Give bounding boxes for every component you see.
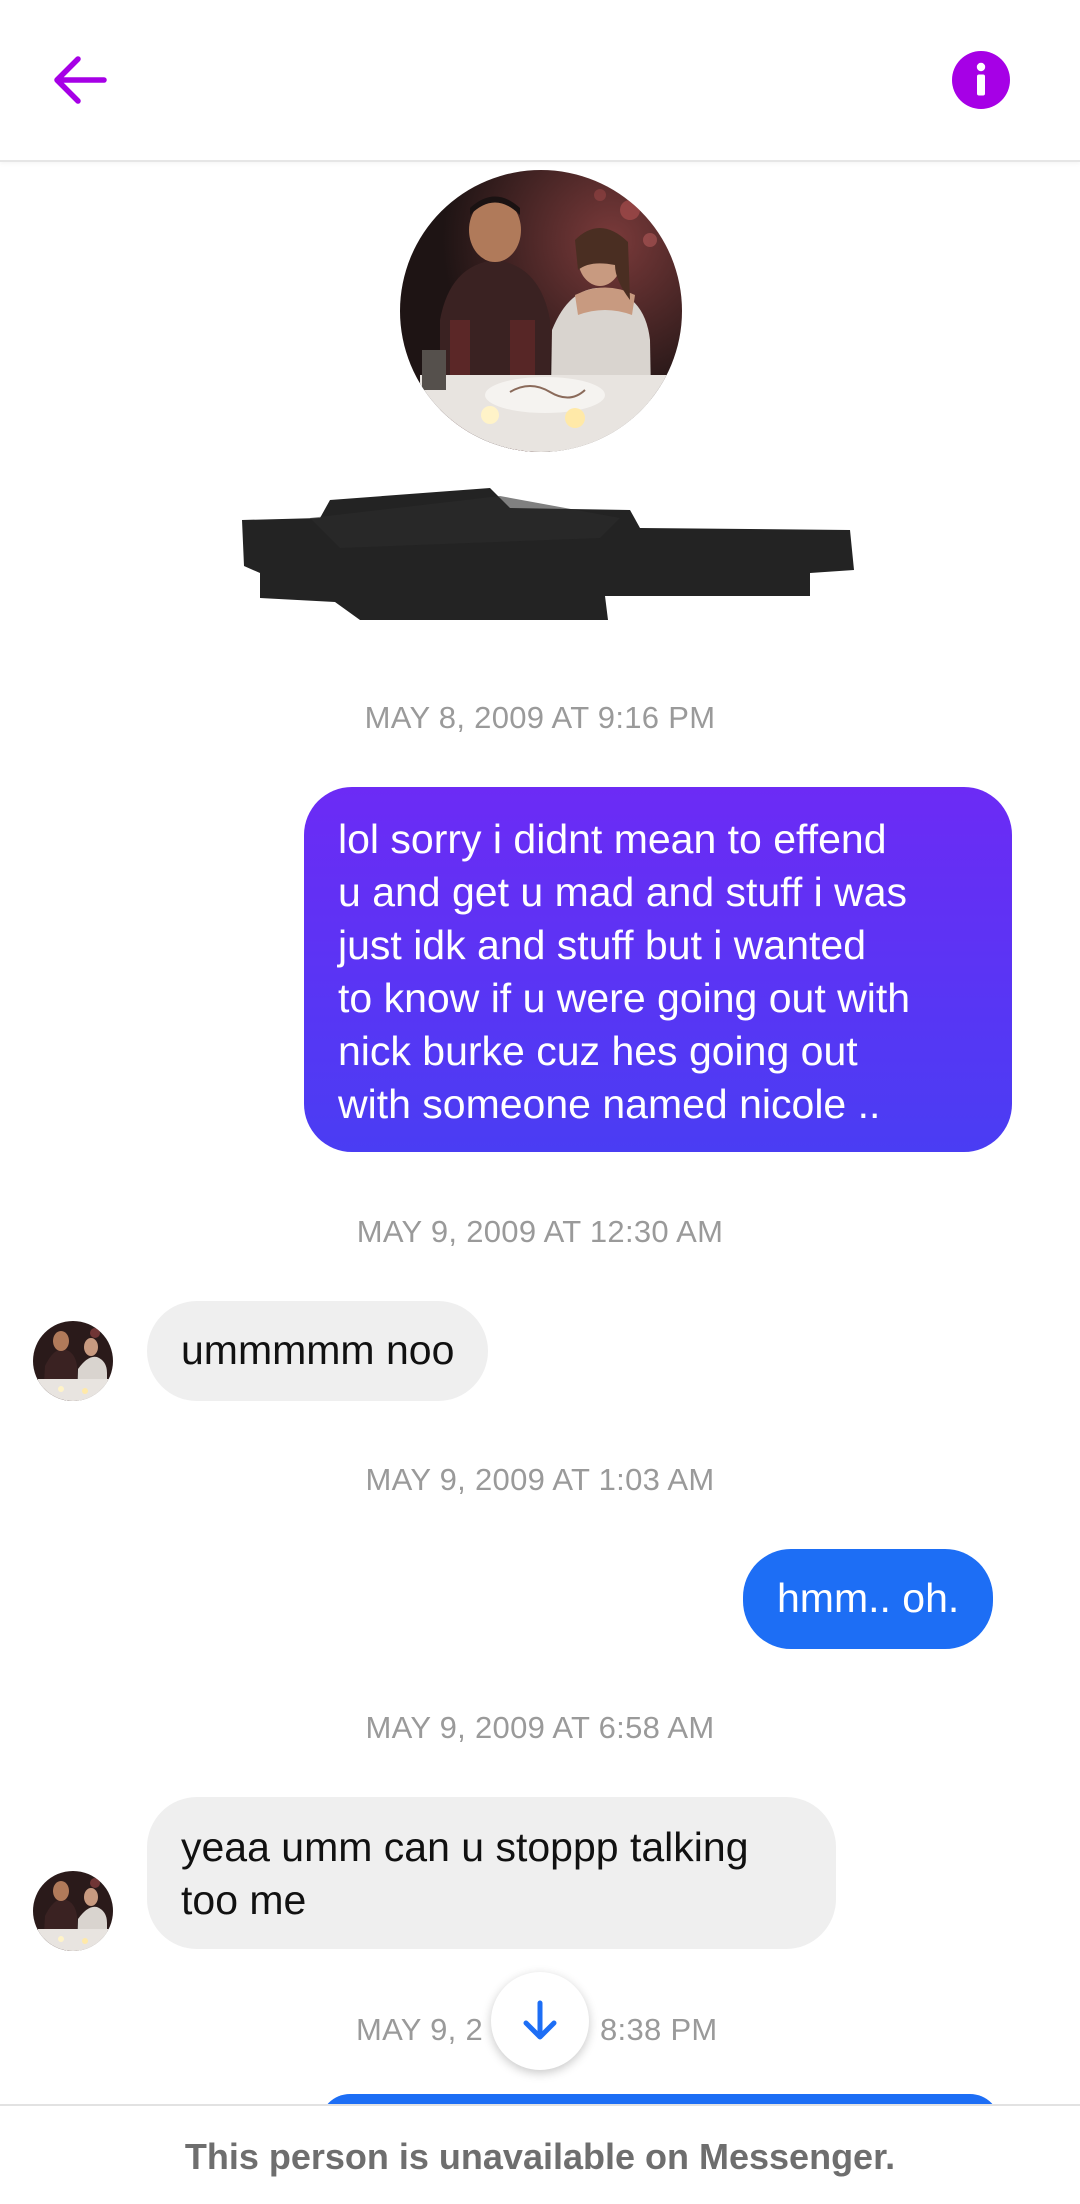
scroll-to-bottom-button[interactable] — [491, 1972, 589, 2070]
top-app-bar — [0, 0, 1080, 162]
timestamp-partial-right: 8:38 PM — [600, 2012, 718, 2047]
arrow-down-icon — [523, 2000, 557, 2040]
redacted-name — [242, 488, 854, 620]
info-button[interactable] — [952, 51, 1010, 109]
composer-unavailable-bar: This person is unavailable on Messenger. — [0, 2104, 1080, 2204]
outgoing-message-bubble[interactable]: lol sorry i didnt mean to effend u and g… — [304, 787, 1012, 1152]
timestamp: MAY 8, 2009 AT 9:16 PM — [364, 700, 716, 735]
back-button[interactable] — [40, 40, 120, 120]
outgoing-message-bubble[interactable]: hmm.. oh. — [743, 1549, 994, 1649]
profile-photo[interactable] — [400, 170, 682, 452]
timestamp-partial-left: MAY 9, 2 — [356, 2012, 484, 2047]
messenger-conversation-screen: MAY 8, 2009 AT 9:16 PM lol sorry i didnt… — [0, 0, 1080, 2204]
incoming-message-bubble[interactable]: yeaa umm can u stoppp talking too me — [147, 1797, 836, 1949]
contact-avatar[interactable] — [33, 1321, 113, 1401]
arrow-left-icon — [54, 56, 107, 104]
unavailable-status-text: This person is unavailable on Messenger. — [184, 2136, 896, 2177]
timestamp: MAY 9, 2009 AT 12:30 AM — [356, 1214, 724, 1249]
info-icon — [976, 62, 986, 96]
contact-avatar[interactable] — [33, 1871, 113, 1951]
timestamp: MAY 9, 2009 AT 1:03 AM — [365, 1462, 715, 1497]
incoming-message-bubble[interactable]: ummmmm noo — [147, 1301, 489, 1401]
timestamp: MAY 9, 2009 AT 6:58 AM — [365, 1710, 715, 1745]
